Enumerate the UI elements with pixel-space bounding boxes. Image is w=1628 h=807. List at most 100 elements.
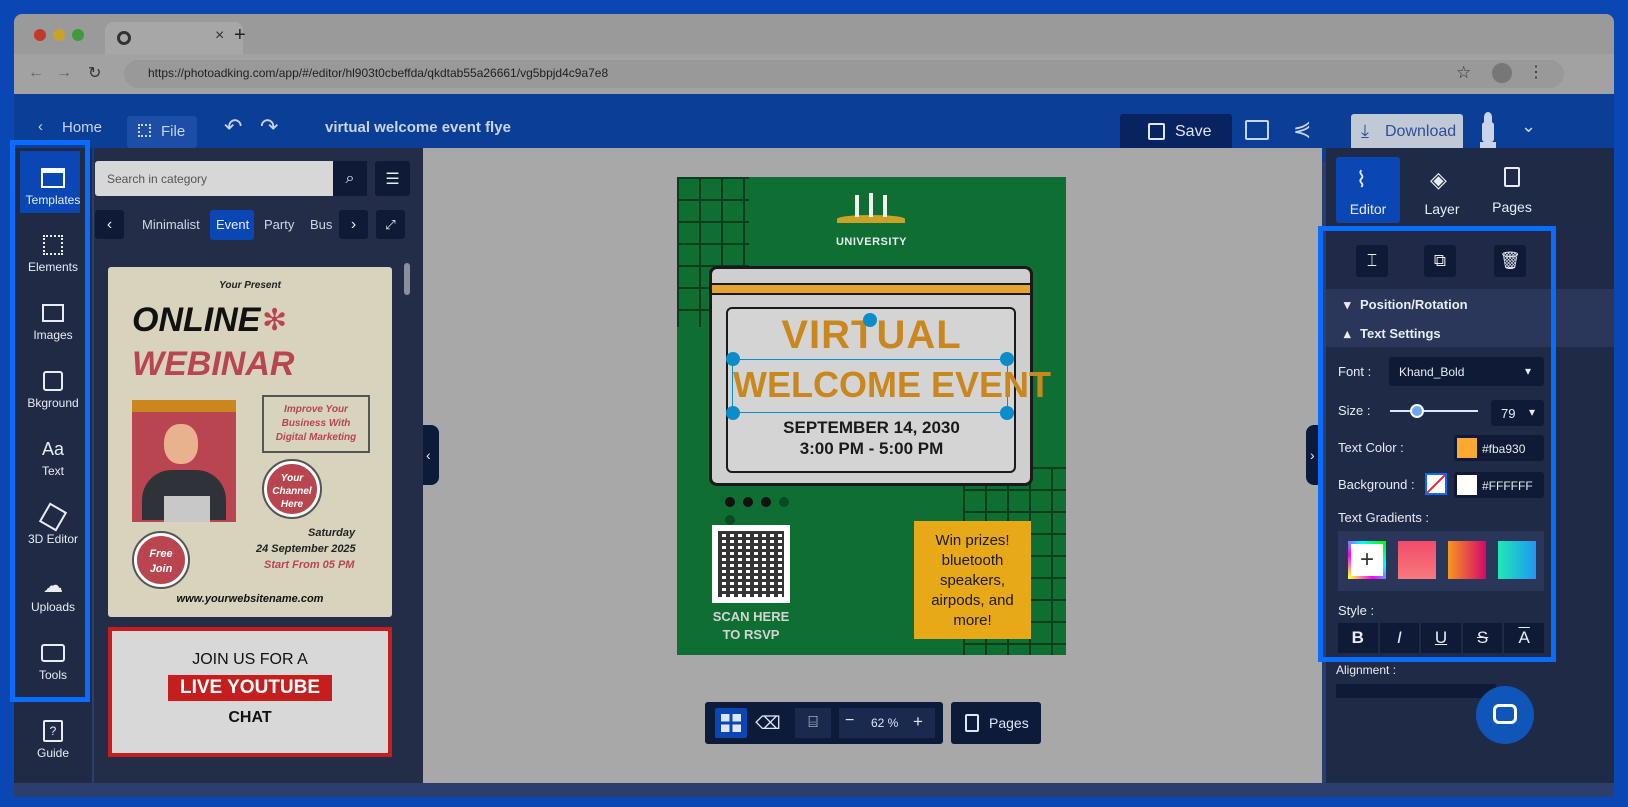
browser-menu-icon[interactable]: ⋮	[1528, 62, 1544, 82]
search-input[interactable]: Search in category	[95, 161, 333, 196]
card-channel: Your Channel Here	[262, 459, 322, 519]
panel-scrollbar[interactable]	[404, 263, 410, 295]
zoom-in-button[interactable]: +	[913, 712, 923, 732]
carousel-dots	[725, 494, 805, 525]
card-start: Start From 05 PM	[264, 559, 355, 571]
url-field[interactable]: https://photoadking.com/app/#/editor/hl9…	[124, 60, 1564, 88]
canvas-toolbar: ⌫ ⌸ − 62 % +	[705, 702, 943, 744]
tab-label: Layer	[1424, 201, 1460, 217]
zoom-level: 62 %	[871, 716, 899, 730]
browser-address-bar: ← → ↻ https://photoadking.com/app/#/edit…	[14, 54, 1614, 94]
url-text: https://photoadking.com/app/#/editor/hl9…	[148, 66, 609, 80]
download-button[interactable]: ⤓ Download	[1351, 114, 1463, 150]
file-menu-button[interactable]: File	[127, 116, 197, 148]
category-party[interactable]: Party	[264, 217, 294, 232]
alignment-label: Alignment :	[1336, 663, 1397, 677]
new-tab-button[interactable]: +	[234, 24, 246, 47]
qr-code	[712, 525, 790, 603]
list-view-icon[interactable]: ☰	[375, 161, 410, 196]
presenter-illustration	[132, 400, 236, 522]
eraser-icon[interactable]: ⌫	[753, 708, 783, 738]
close-window-dot[interactable]	[34, 29, 46, 41]
chevron-down-icon[interactable]: ⌄	[1521, 116, 1536, 137]
category-prev-icon[interactable]: ‹	[95, 210, 124, 239]
expand-icon[interactable]: ⤢	[376, 210, 405, 239]
forward-arrow-icon[interactable]: →	[56, 64, 72, 82]
nav-guide[interactable]: ? Guide	[18, 716, 88, 760]
undo-icon[interactable]: ↶	[224, 114, 242, 140]
tab-pages[interactable]: Pages	[1480, 157, 1544, 223]
card-website: www.yourwebsitename.com	[176, 593, 324, 605]
tab-label: Pages	[1492, 199, 1532, 215]
card2-line3: CHAT	[228, 709, 272, 726]
save-icon	[1148, 123, 1165, 140]
collapse-left-panel-icon[interactable]: ‹	[423, 425, 439, 485]
resize-handle-tl[interactable]	[726, 352, 740, 366]
poster-welcome[interactable]: WELCOME EVENT	[733, 360, 1051, 410]
download-label: Download	[1385, 123, 1457, 140]
search-icon[interactable]: ⌕	[333, 161, 367, 196]
resize-handle-tr[interactable]	[1000, 352, 1014, 366]
rotate-handle[interactable]	[863, 313, 877, 327]
template-panel: Search in category ⌕ ☰ ‹ Minimalist Even…	[94, 148, 423, 783]
save-button[interactable]: Save	[1120, 114, 1232, 150]
zoom-control: − 62 % +	[839, 708, 935, 738]
category-event[interactable]: Event	[210, 210, 254, 240]
presenter-face	[164, 424, 198, 464]
chat-button[interactable]	[1476, 686, 1534, 744]
comment-icon[interactable]	[1245, 120, 1269, 140]
chrome-icon	[117, 31, 131, 45]
back-arrow-icon[interactable]: ←	[28, 64, 44, 82]
chevron-left-icon[interactable]: ‹	[38, 118, 43, 135]
pages-button[interactable]: Pages	[951, 702, 1041, 744]
editor-icon: ⌇	[1356, 167, 1367, 192]
share-icon[interactable]: ⋞	[1293, 116, 1311, 142]
maximize-window-dot[interactable]	[72, 29, 84, 41]
poster-rsvp[interactable]: TO RSVP	[701, 627, 801, 642]
page-icon	[965, 714, 979, 732]
home-link[interactable]: Home	[62, 119, 102, 136]
layer-icon: ◈	[1430, 167, 1447, 192]
tab-label: Editor	[1349, 201, 1387, 217]
card-your-present: Your Present	[219, 280, 281, 291]
card-free-join: Free Join	[132, 531, 190, 589]
category-next-icon[interactable]: ›	[339, 210, 368, 239]
tab-close-icon[interactable]: ×	[215, 27, 224, 45]
poster-scan[interactable]: SCAN HERE	[701, 609, 801, 624]
tab-layer[interactable]: ◈ Layer	[1410, 157, 1474, 223]
poster-university: UNIVERSITY	[835, 236, 907, 248]
profile-icon[interactable]	[1492, 63, 1512, 83]
chat-icon	[1493, 704, 1517, 724]
poster-prize[interactable]: Win prizes! bluetooth speakers, airpods,…	[914, 521, 1031, 639]
bookmark-star-icon[interactable]: ☆	[1456, 63, 1471, 83]
alignment-buttons[interactable]	[1336, 684, 1496, 698]
card2-line1: JOIN US FOR A	[192, 651, 308, 668]
browser-tab[interactable]: ×	[105, 22, 243, 54]
asterisk-icon: ✻	[262, 304, 288, 337]
template-card-youtube[interactable]: JOIN US FOR A LIVE YOUTUBE CHAT	[108, 627, 392, 757]
file-label: File	[161, 123, 186, 140]
poster-time[interactable]: 3:00 PM - 5:00 PM	[677, 439, 1066, 459]
design-canvas[interactable]: UNIVERSITY VIRTUAL WELCOME EVENT SEPTEMB…	[677, 177, 1066, 655]
poster-date[interactable]: SEPTEMBER 14, 2030	[677, 418, 1066, 438]
template-card-webinar[interactable]: Your Present ONLINE ✻ WEBINAR Improve Yo…	[108, 267, 392, 617]
card-date: 24 September 2025	[256, 543, 356, 555]
document-title[interactable]: virtual welcome event flye	[325, 119, 511, 136]
reload-icon[interactable]: ↻	[88, 63, 101, 83]
nav-label: Guide	[36, 746, 70, 760]
minimize-window-dot[interactable]	[53, 29, 65, 41]
zoom-out-button[interactable]: −	[845, 712, 854, 730]
presentation-icon[interactable]: ⌸	[795, 708, 831, 738]
settings-highlight-frame	[1318, 226, 1556, 662]
browser-tab-bar: × +	[14, 14, 1614, 54]
category-minimalist[interactable]: Minimalist	[142, 217, 200, 232]
category-business[interactable]: Bus	[310, 217, 332, 232]
guide-icon: ?	[43, 720, 63, 742]
download-icon: ⤓	[1361, 121, 1369, 141]
redo-icon[interactable]: ↷	[260, 114, 278, 140]
tab-editor[interactable]: ⌇ Editor	[1336, 157, 1400, 223]
user-avatar-icon[interactable]	[1480, 112, 1496, 150]
grid-view-icon[interactable]	[715, 708, 747, 738]
selection-box[interactable]: WELCOME EVENT	[732, 359, 1051, 413]
university-logo-icon	[837, 193, 905, 233]
